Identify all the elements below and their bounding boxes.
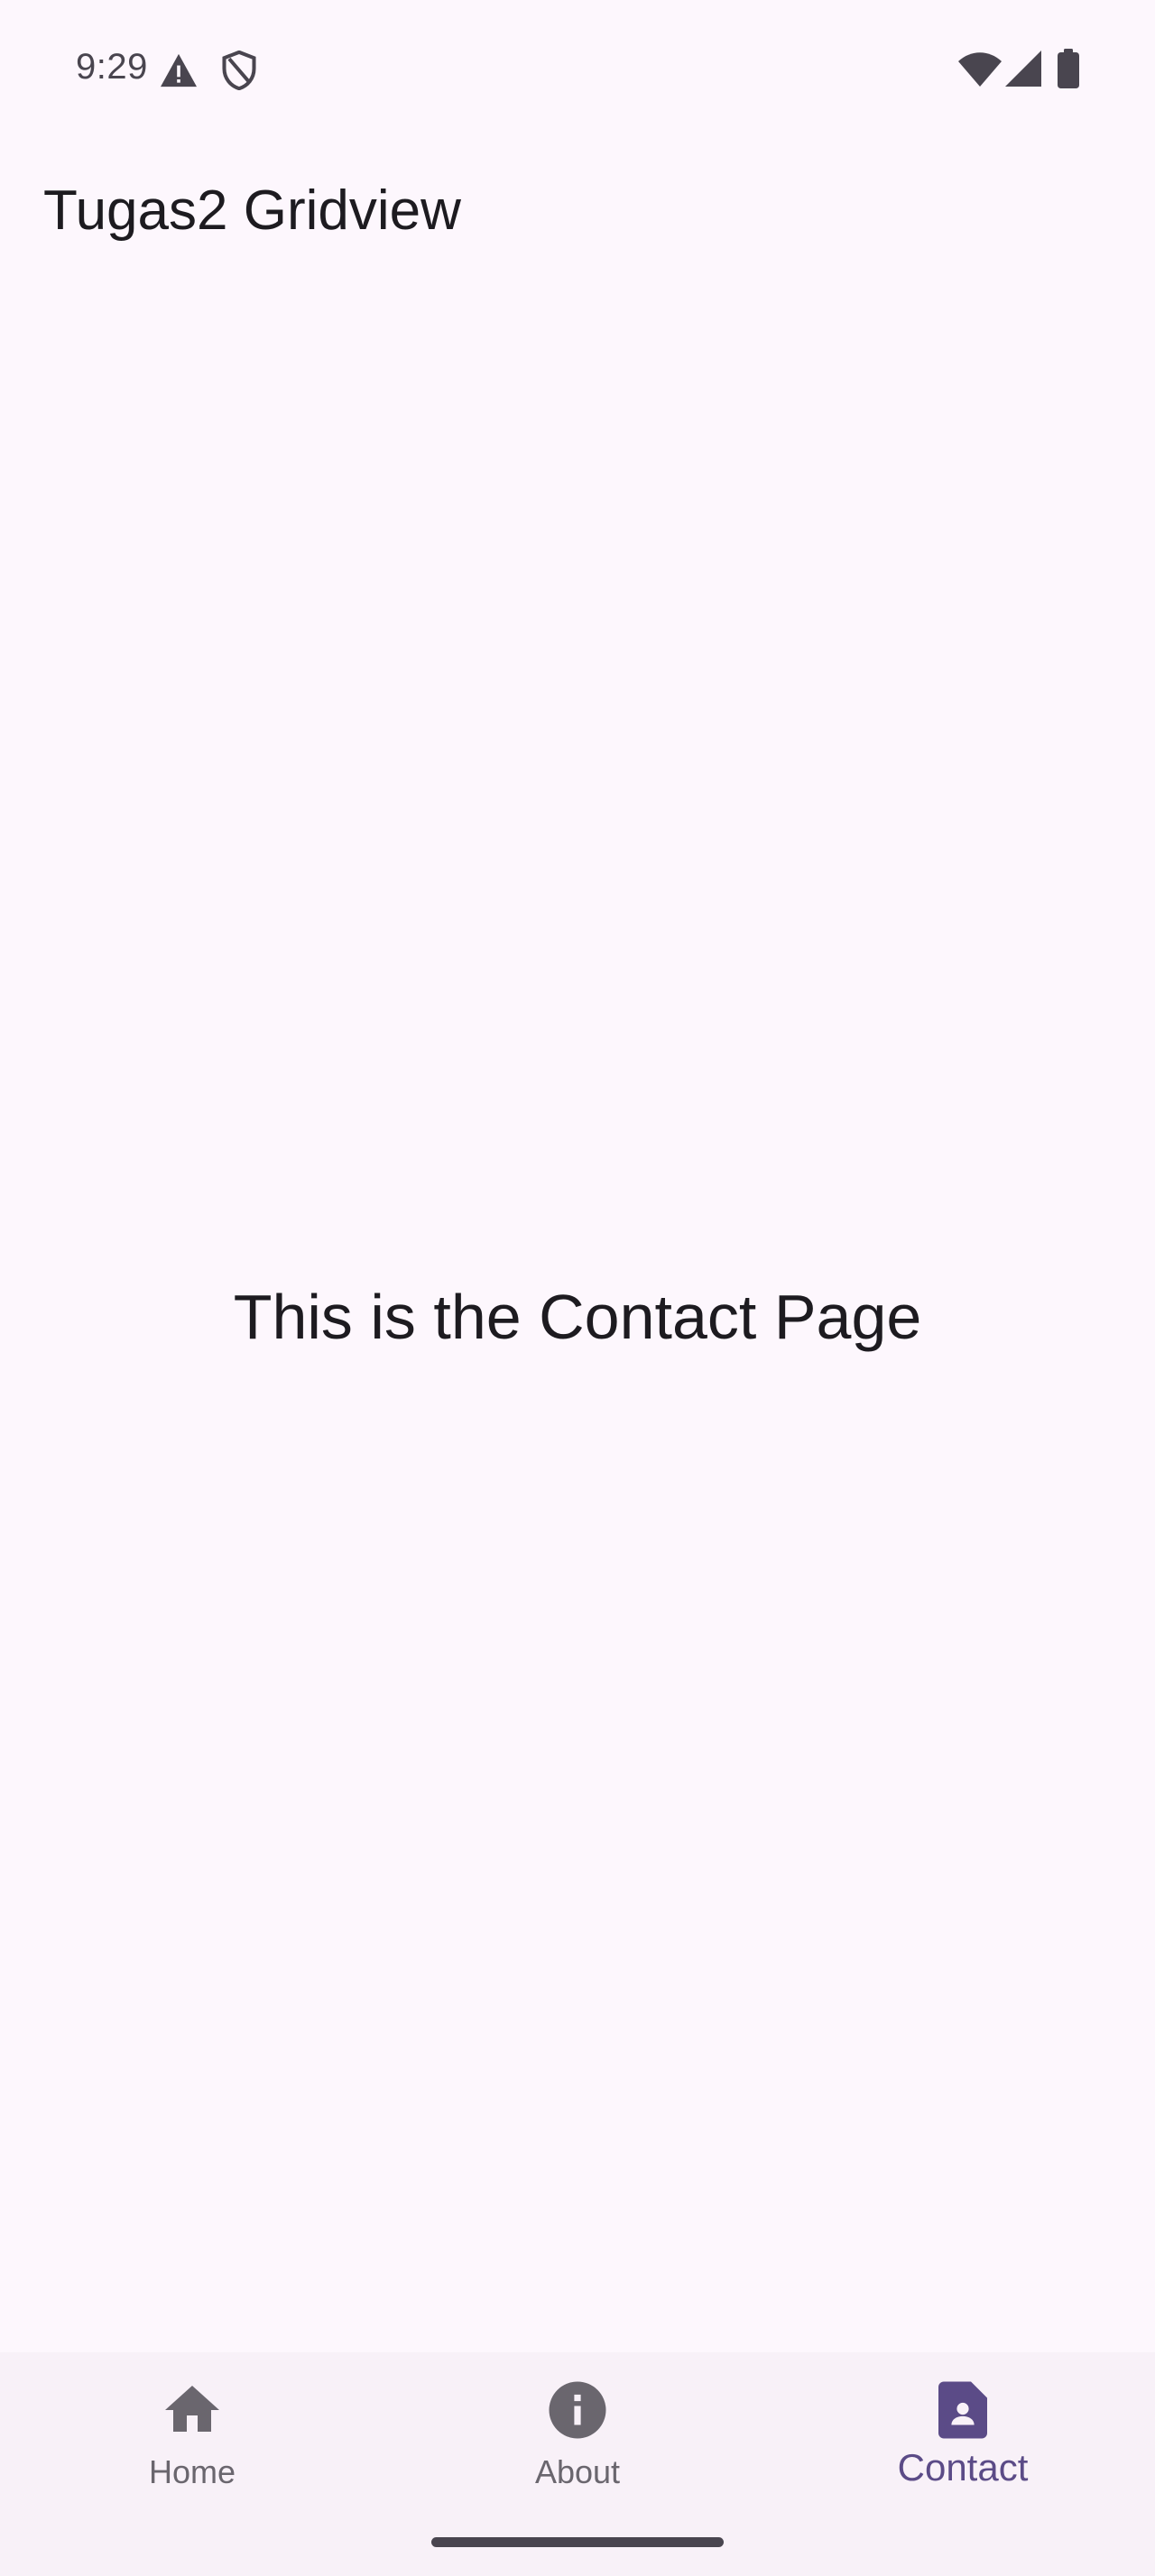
status-bar: 9:29 <box>0 0 1155 135</box>
gesture-home-indicator[interactable] <box>431 2537 724 2547</box>
nav-label-contact: Contact <box>897 2446 1029 2489</box>
app-title: Tugas2 Gridview <box>43 179 461 242</box>
nav-item-about[interactable]: About <box>385 2352 770 2542</box>
page-message: This is the Contact Page <box>233 1282 922 1352</box>
cellular-icon <box>1005 51 1041 87</box>
wifi-icon <box>958 52 1002 87</box>
nav-label-home: Home <box>148 2453 236 2490</box>
status-time: 9:29 <box>76 47 148 87</box>
nav-label-about: About <box>534 2453 621 2490</box>
app-bar: Tugas2 Gridview <box>0 153 1155 280</box>
screen: 9:29 Tugas2 Gridview This is the Contact… <box>0 0 1155 2576</box>
nav-item-home[interactable]: Home <box>0 2352 384 2542</box>
warning-icon <box>161 53 197 87</box>
contact-page-icon <box>938 2381 987 2439</box>
battery-icon <box>1058 49 1079 88</box>
shield-icon <box>222 51 256 90</box>
info-icon <box>549 2381 606 2439</box>
home-icon <box>165 2386 219 2432</box>
nav-item-contact[interactable]: Contact <box>771 2352 1155 2542</box>
